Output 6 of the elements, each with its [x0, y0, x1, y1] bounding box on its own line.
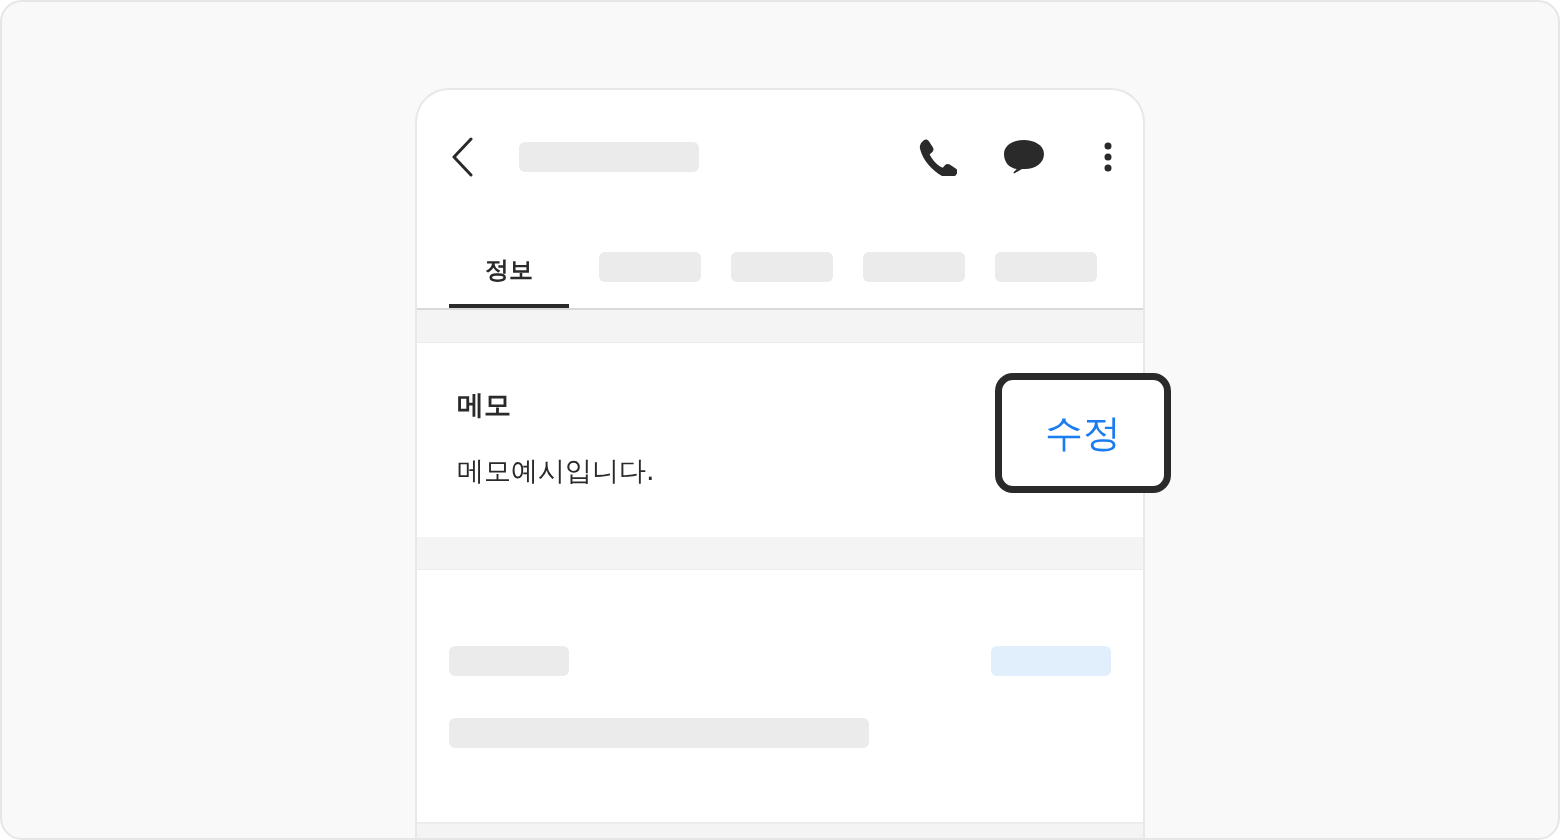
back-icon[interactable] — [451, 137, 475, 177]
more-icon[interactable] — [1103, 141, 1113, 173]
section-title: 메모 — [457, 388, 511, 422]
phone-icon[interactable] — [919, 138, 957, 176]
edit-button[interactable]: 수정 — [995, 373, 1171, 493]
memo-text: 메모예시입니다. — [457, 454, 655, 488]
